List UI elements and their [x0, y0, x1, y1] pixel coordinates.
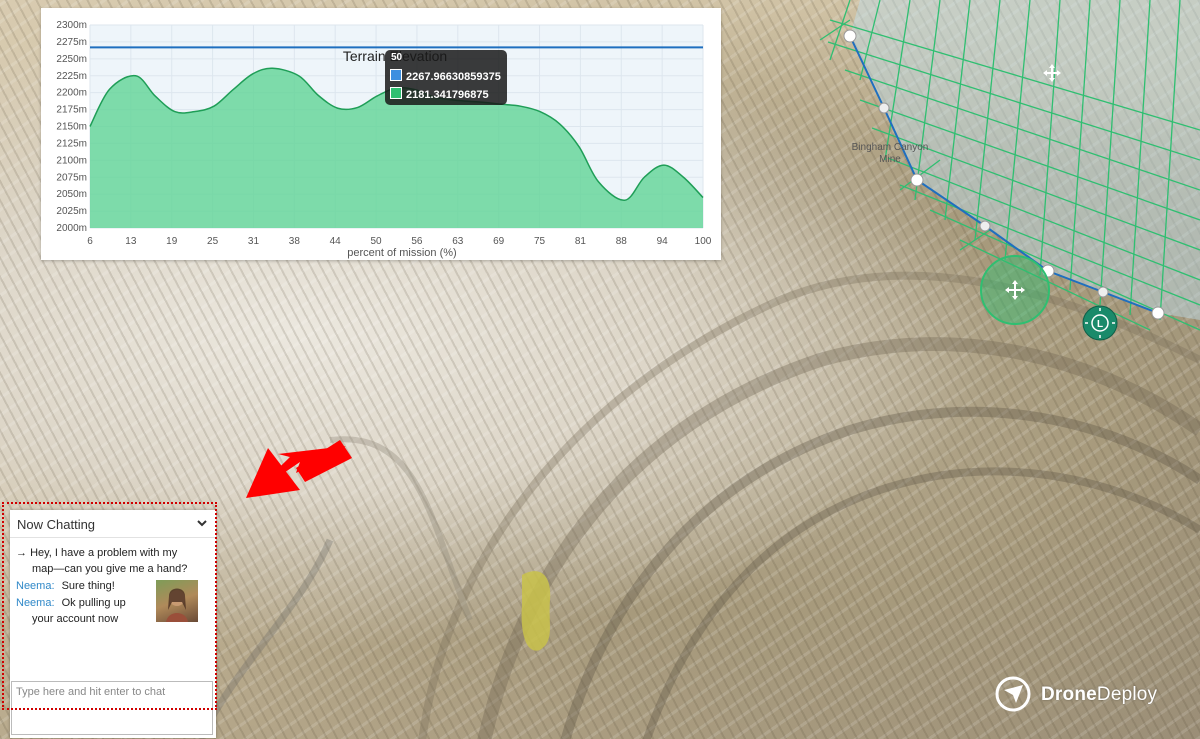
- x-tick-label: 94: [657, 236, 669, 247]
- x-tick-label: 31: [248, 236, 260, 247]
- tooltip-swatch-green: [390, 87, 402, 99]
- tooltip-title: 50: [391, 52, 403, 63]
- chart-plot: 2000m 2025m 2050m 2075m 2100m 2125m 2150m 2175m…: [56, 20, 712, 259]
- move-takeoff-handle[interactable]: [980, 255, 1050, 325]
- dronedeploy-logo: DroneDeploy: [995, 676, 1175, 712]
- tooltip-swatch-blue: [390, 69, 402, 81]
- tooltip-value-2: 2181.341796875: [406, 89, 489, 101]
- x-axis-ticks: 6 13 19 25 31 38 44 50 56 63 69 75 81 88 94 100: [87, 236, 712, 247]
- x-tick-label: 63: [452, 236, 464, 247]
- x-tick-label: 6: [87, 236, 93, 247]
- brand-name-bold: Drone: [1041, 684, 1097, 705]
- x-tick-label: 38: [289, 236, 301, 247]
- y-tick-label: 2200m: [56, 88, 87, 99]
- y-tick-label: 2175m: [56, 105, 87, 116]
- y-tick-label: 2000m: [56, 223, 87, 234]
- tooltip-row-1: 2267.96630859375: [390, 69, 501, 83]
- terrain-elevation-chart: 2000m 2025m 2050m 2075m 2100m 2125m 2150m 2175m…: [41, 8, 721, 260]
- y-tick-label: 2075m: [56, 172, 87, 183]
- chart-tooltip: 50 2267.96630859375 2181.341796875: [385, 50, 507, 105]
- brand-name-regular: Deploy: [1096, 684, 1158, 705]
- x-tick-label: 13: [125, 236, 137, 247]
- y-tick-label: 2100m: [56, 155, 87, 166]
- x-tick-label: 88: [616, 236, 628, 247]
- x-tick-label: 69: [493, 236, 505, 247]
- brand-name: DroneDeploy: [1041, 684, 1157, 706]
- highlight-box: [2, 502, 217, 710]
- x-tick-label: 44: [330, 236, 342, 247]
- x-tick-label: 56: [411, 236, 423, 247]
- y-axis-ticks: 2000m 2025m 2050m 2075m 2100m 2125m 2150m 2175m…: [56, 20, 87, 234]
- y-tick-label: 2150m: [56, 122, 87, 133]
- y-tick-label: 2275m: [56, 37, 87, 48]
- tooltip-row-2: 2181.341796875: [390, 87, 489, 101]
- x-tick-label: 75: [534, 236, 546, 247]
- pond: [521, 571, 551, 651]
- terrain-texture: [196, 271, 1200, 739]
- x-tick-label: 50: [371, 236, 383, 247]
- location-label-line1: Bingham Canyon: [851, 142, 929, 153]
- x-tick-label: 19: [166, 236, 178, 247]
- y-tick-label: 2250m: [56, 54, 87, 65]
- location-label-line2: Mine: [879, 154, 901, 165]
- map-location-label: Bingham Canyon Mine: [845, 142, 935, 166]
- x-axis-label: percent of mission (%): [347, 247, 456, 259]
- takeoff-location-icon[interactable]: L: [1082, 305, 1118, 341]
- y-tick-label: 2300m: [56, 20, 87, 31]
- x-tick-label: 25: [207, 236, 219, 247]
- y-tick-label: 2025m: [56, 206, 87, 217]
- x-tick-label: 81: [575, 236, 587, 247]
- y-tick-label: 2225m: [56, 71, 87, 82]
- y-tick-label: 2125m: [56, 138, 87, 149]
- x-tick-label: 100: [695, 236, 712, 247]
- tooltip-value-1: 2267.96630859375: [406, 71, 501, 83]
- svg-text:L: L: [1097, 319, 1103, 330]
- annotation-arrow: [246, 440, 352, 498]
- y-tick-label: 2050m: [56, 189, 87, 200]
- dronedeploy-logo-icon: [995, 676, 1031, 712]
